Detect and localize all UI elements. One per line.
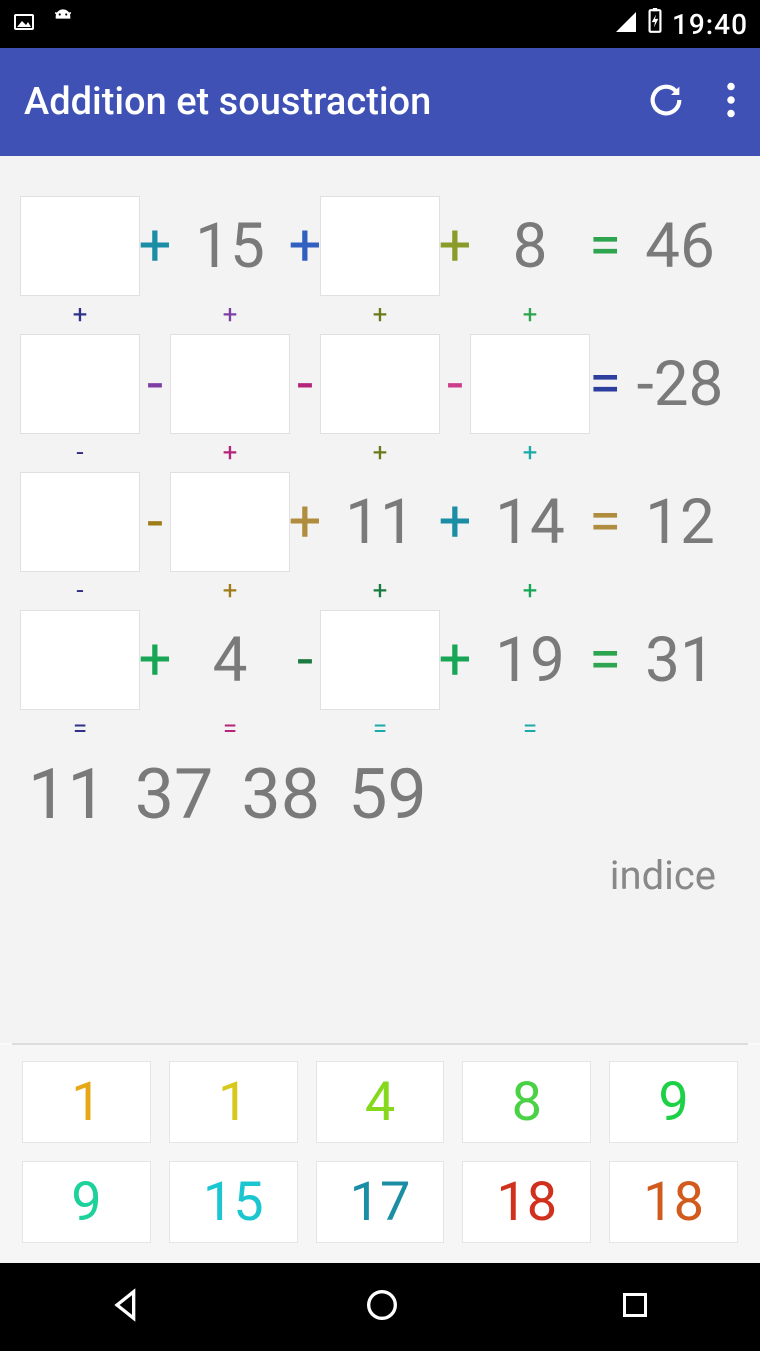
- operator: +: [439, 626, 472, 694]
- operator: =: [589, 212, 621, 280]
- operator: +: [139, 212, 172, 280]
- tile-picker: 11489915171818: [0, 1045, 760, 1263]
- puzzle-area: +15++8=46++++---=-28-+++-+11+14=12-++++4…: [0, 156, 760, 1043]
- vertical-operator: -: [76, 574, 83, 608]
- operator: -: [447, 350, 463, 418]
- gallery-icon: [12, 8, 36, 41]
- puzzle-number: 19: [495, 624, 565, 697]
- vertical-operator: +: [523, 436, 538, 470]
- puzzle-number: 46: [645, 210, 715, 283]
- number-tile[interactable]: 8: [462, 1061, 591, 1143]
- puzzle-number: -28: [637, 348, 724, 421]
- vertical-operator: +: [523, 574, 538, 608]
- operator: -: [297, 350, 313, 418]
- app-actions: [646, 80, 736, 124]
- operator: +: [289, 212, 322, 280]
- number-tile[interactable]: 9: [609, 1061, 738, 1143]
- status-left: [12, 8, 76, 41]
- column-total: 11: [28, 754, 107, 836]
- puzzle-number: 14: [495, 486, 565, 559]
- puzzle-blank[interactable]: [20, 196, 140, 296]
- column-total: 59: [348, 754, 427, 836]
- status-right: 19:40: [614, 8, 748, 41]
- puzzle-number: 15: [195, 210, 265, 283]
- vertical-operator: +: [373, 574, 388, 608]
- number-tile[interactable]: 1: [169, 1061, 298, 1143]
- puzzle-blank[interactable]: [320, 196, 440, 296]
- vertical-operator: +: [223, 574, 238, 608]
- android-icon: [50, 8, 76, 41]
- vertical-operator: +: [373, 298, 388, 332]
- puzzle-number: 12: [645, 486, 715, 559]
- vertical-operator: +: [223, 298, 238, 332]
- puzzle-blank[interactable]: [20, 334, 140, 434]
- page-title: Addition et soustraction: [24, 80, 431, 124]
- number-tile[interactable]: 18: [462, 1161, 591, 1243]
- hint-button[interactable]: indice: [20, 836, 740, 907]
- status-bar: 19:40: [0, 0, 760, 48]
- operator: =: [589, 350, 621, 418]
- number-tile[interactable]: 1: [22, 1061, 151, 1143]
- vertical-operator: +: [523, 298, 538, 332]
- vertical-operator: =: [73, 712, 87, 746]
- puzzle-grid: +15++8=46++++---=-28-+++-+11+14=12-++++4…: [20, 196, 740, 746]
- refresh-icon[interactable]: [646, 80, 686, 124]
- app-bar: Addition et soustraction: [0, 48, 760, 156]
- overflow-menu-icon[interactable]: [726, 82, 736, 122]
- operator: +: [139, 626, 172, 694]
- number-tile[interactable]: 18: [609, 1161, 738, 1243]
- vertical-operator: +: [73, 298, 88, 332]
- column-totals: 11 37 38 59: [20, 746, 740, 836]
- puzzle-blank[interactable]: [170, 334, 290, 434]
- vertical-operator: =: [523, 712, 537, 746]
- clock-text: 19:40: [672, 8, 748, 41]
- back-icon[interactable]: [107, 1285, 147, 1329]
- puzzle-blank[interactable]: [20, 610, 140, 710]
- puzzle-blank[interactable]: [470, 334, 590, 434]
- puzzle-number: 4: [213, 624, 248, 697]
- operator: -: [147, 488, 163, 556]
- puzzle-blank[interactable]: [170, 472, 290, 572]
- vertical-operator: -: [76, 436, 83, 470]
- home-icon[interactable]: [362, 1285, 402, 1329]
- recents-icon[interactable]: [617, 1287, 653, 1327]
- number-tile[interactable]: 17: [316, 1161, 445, 1243]
- column-total: 38: [241, 754, 320, 836]
- cell-signal-icon: [614, 8, 638, 41]
- vertical-operator: =: [223, 712, 237, 746]
- puzzle-number: 8: [513, 210, 548, 283]
- vertical-operator: +: [223, 436, 238, 470]
- operator: -: [297, 626, 313, 694]
- operator: +: [439, 212, 472, 280]
- operator: +: [289, 488, 322, 556]
- number-tile[interactable]: 9: [22, 1161, 151, 1243]
- operator: +: [439, 488, 472, 556]
- operator: =: [589, 626, 621, 694]
- puzzle-blank[interactable]: [320, 334, 440, 434]
- screen: 19:40 Addition et soustraction +15 + +8 = 46…: [0, 0, 760, 1351]
- battery-icon: [646, 8, 664, 41]
- puzzle-number: 11: [345, 486, 415, 559]
- vertical-operator: =: [373, 712, 387, 746]
- puzzle-blank[interactable]: [20, 472, 140, 572]
- operator: =: [589, 488, 621, 556]
- puzzle-blank[interactable]: [320, 610, 440, 710]
- vertical-operator: +: [373, 436, 388, 470]
- puzzle-number: 31: [645, 624, 715, 697]
- number-tile[interactable]: 4: [316, 1061, 445, 1143]
- operator: -: [147, 350, 163, 418]
- column-total: 37: [135, 754, 214, 836]
- nav-bar: [0, 1263, 760, 1351]
- number-tile[interactable]: 15: [169, 1161, 298, 1243]
